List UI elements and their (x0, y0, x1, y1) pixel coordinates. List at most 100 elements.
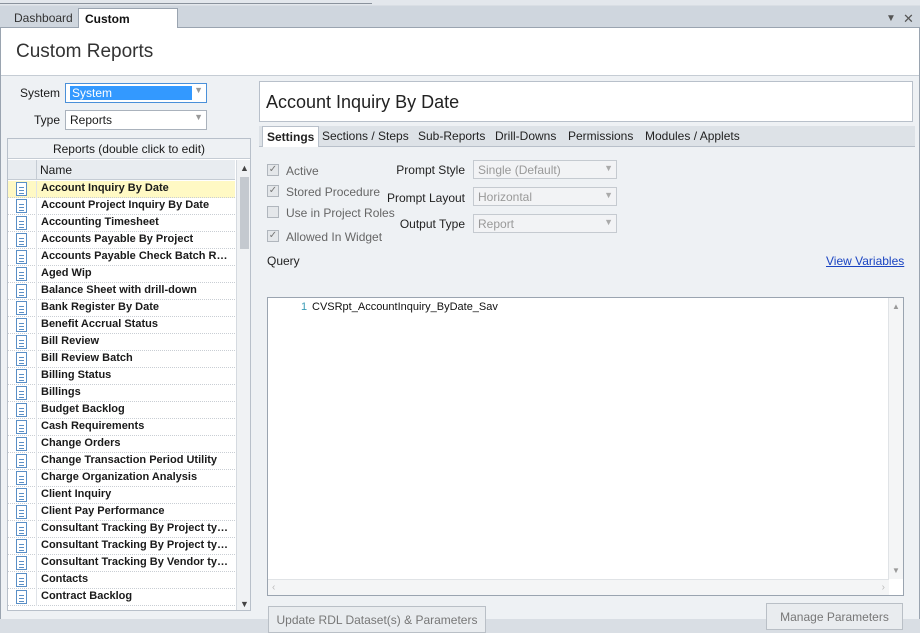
prompt-style-select[interactable]: Single (Default) ▼ (473, 160, 617, 179)
report-name: Account Inquiry By Date (41, 182, 169, 194)
editor-vertical-scrollbar[interactable]: ▲ ▼ (888, 298, 903, 579)
table-row[interactable]: Charge Organization Analysis (8, 470, 235, 487)
output-type-select[interactable]: Report ▼ (473, 214, 617, 233)
table-row[interactable]: Change Orders (8, 436, 235, 453)
tab-permissions[interactable]: Permissions (568, 129, 633, 143)
report-name: Accounts Payable By Project (41, 233, 194, 245)
view-variables-link[interactable]: View Variables (826, 254, 904, 268)
table-row[interactable]: Accounting Timesheet (8, 215, 235, 232)
grid-caption: Reports (double click to edit) (8, 139, 250, 159)
report-document-icon (16, 539, 27, 553)
table-row[interactable]: Consultant Tracking By Project type (8, 538, 235, 555)
report-name: Contract Backlog (41, 590, 133, 602)
main-panel: Custom Reports System System ▼ Type Repo… (0, 28, 920, 633)
prompt-layout-label: Prompt Layout (386, 191, 465, 205)
chevron-right-icon[interactable]: › (882, 582, 885, 593)
scrollbar-thumb[interactable] (240, 177, 249, 249)
editor-horizontal-scrollbar[interactable]: ‹ › (268, 579, 889, 595)
report-document-icon (16, 437, 27, 451)
tab-drill-downs[interactable]: Drill-Downs (495, 129, 556, 143)
report-document-icon (16, 199, 27, 213)
report-document-icon (16, 386, 27, 400)
prompt-layout-select[interactable]: Horizontal ▼ (473, 187, 617, 206)
table-row[interactable]: Account Inquiry By Date (8, 181, 235, 198)
output-type-label: Output Type (399, 217, 465, 231)
report-name: Consultant Tracking By Project type (41, 539, 229, 551)
report-name: Charge Organization Analysis (41, 471, 198, 483)
page-header: Custom Reports (1, 28, 919, 76)
type-select[interactable]: Reports ▼ (65, 110, 207, 130)
tab-settings[interactable]: Settings (262, 126, 320, 148)
table-row[interactable]: Aged Wip (8, 266, 235, 283)
tab-modules-applets[interactable]: Modules / Applets (645, 129, 740, 143)
table-row[interactable]: Contract Backlog (8, 589, 235, 606)
report-name: Cash Requirements (41, 420, 145, 432)
table-row[interactable]: Bill Review (8, 334, 235, 351)
allowed-in-widget-checkbox[interactable]: ✓ (267, 230, 279, 242)
report-document-icon (16, 488, 27, 502)
chevron-down-icon: ▼ (604, 190, 613, 200)
use-in-project-roles-checkbox[interactable] (267, 206, 279, 218)
system-select[interactable]: System ▼ (65, 83, 207, 103)
page-title: Custom Reports (16, 41, 154, 62)
table-row[interactable]: Contacts (8, 572, 235, 589)
table-row[interactable]: Accounts Payable By Project (8, 232, 235, 249)
report-document-icon (16, 471, 27, 485)
chevron-down-icon[interactable]: ▼ (892, 566, 900, 575)
chevron-down-icon: ▼ (604, 217, 613, 227)
report-document-icon (16, 284, 27, 298)
report-name: Bill Review Batch (41, 352, 133, 364)
table-row[interactable]: Balance Sheet with drill-down (8, 283, 235, 300)
chevron-up-icon[interactable]: ▲ (240, 163, 249, 173)
report-document-icon (16, 505, 27, 519)
report-name: Billings (41, 386, 81, 398)
detail-tab-bar: Settings Sections / Steps Sub-Reports Dr… (259, 126, 915, 148)
column-header-name[interactable]: Name (40, 163, 72, 177)
table-row[interactable]: Consultant Tracking By Vendor type (8, 555, 235, 572)
chevron-down-icon: ▼ (604, 163, 613, 173)
chevron-down-icon: ▼ (194, 112, 203, 122)
system-label: System (20, 86, 61, 100)
query-text[interactable]: CVSRpt_AccountInquiry_ByDate_Sav (312, 301, 498, 313)
manage-parameters-button[interactable]: Manage Parameters (766, 603, 903, 630)
chevron-down-icon[interactable]: ▼ (240, 599, 249, 609)
table-row[interactable]: Client Pay Performance (8, 504, 235, 521)
active-checkbox[interactable]: ✓ (267, 164, 279, 176)
table-row[interactable]: Account Project Inquiry By Date (8, 198, 235, 215)
prompt-layout-value: Horizontal (478, 190, 533, 204)
chevron-up-icon[interactable]: ▲ (892, 302, 900, 311)
table-row[interactable]: Consultant Tracking By Project type (8, 521, 235, 538)
tab-sub-reports[interactable]: Sub-Reports (418, 129, 485, 143)
query-editor[interactable]: 1 CVSRpt_AccountInquiry_ByDate_Sav ▲ ▼ ‹… (267, 297, 904, 596)
chevron-left-icon[interactable]: ‹ (272, 582, 275, 593)
tab-dashboard[interactable]: Dashboard (8, 8, 78, 29)
reports-grid: Reports (double click to edit) Name Acco… (7, 138, 251, 611)
table-row[interactable]: Billings (8, 385, 235, 402)
tab-custom-reports[interactable]: Custom Reports (78, 8, 178, 40)
allowed-in-widget-label: Allowed In Widget (286, 230, 383, 244)
grid-scrollbar[interactable]: ▲ ▼ (236, 160, 250, 610)
table-row[interactable]: Billing Status (8, 368, 235, 385)
stored-procedure-checkbox[interactable]: ✓ (267, 185, 279, 197)
report-name: Bank Register By Date (41, 301, 159, 313)
chevron-down-icon[interactable]: ▼ (886, 13, 896, 24)
prompt-style-label: Prompt Style (396, 163, 465, 177)
update-rdl-dataset-button[interactable]: Update RDL Dataset(s) & Parameters (268, 606, 486, 633)
report-document-icon (16, 369, 27, 383)
table-row[interactable]: Cash Requirements (8, 419, 235, 436)
table-row[interactable]: Budget Backlog (8, 402, 235, 419)
type-label: Type (34, 113, 61, 127)
system-select-value: System (70, 86, 192, 100)
tab-sections-steps[interactable]: Sections / Steps (322, 129, 409, 143)
table-row[interactable]: Change Transaction Period Utility (8, 453, 235, 470)
table-row[interactable]: Bill Review Batch (8, 351, 235, 368)
table-row[interactable]: Benefit Accrual Status (8, 317, 235, 334)
report-name: Consultant Tracking By Vendor type (41, 556, 229, 568)
report-name: Billing Status (41, 369, 112, 381)
close-icon[interactable]: ✕ (903, 11, 914, 27)
table-row[interactable]: Client Inquiry (8, 487, 235, 504)
table-row[interactable]: Accounts Payable Check Batch Report (8, 249, 235, 266)
table-row[interactable]: Bank Register By Date (8, 300, 235, 317)
report-document-icon (16, 522, 27, 536)
type-select-value: Reports (70, 113, 113, 127)
